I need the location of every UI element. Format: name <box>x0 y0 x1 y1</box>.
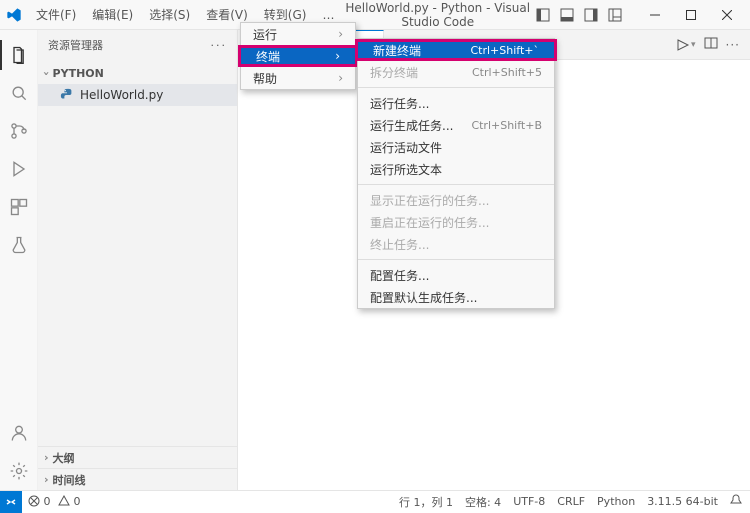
status-eol[interactable]: CRLF <box>557 495 585 508</box>
terminal-submenu: 新建终端 Ctrl+Shift+` 拆分终端 Ctrl+Shift+5 运行任务... 运… <box>357 38 555 309</box>
explorer-sidebar: 资源管理器 ··· PYTHON HelloWorld.py 大纲 时间线 <box>38 30 238 490</box>
menu-label: 显示正在运行的任务... <box>370 192 489 209</box>
menu-shortcut: Ctrl+Shift+B <box>471 119 542 132</box>
activity-scm-icon[interactable] <box>0 112 38 150</box>
folder-name: PYTHON <box>53 67 104 80</box>
layout-panel-left-icon[interactable] <box>532 4 554 26</box>
submenu-item: 拆分终端 Ctrl+Shift+5 <box>358 61 554 83</box>
menu-label: 配置任务... <box>370 267 429 284</box>
menu-shortcut: Ctrl+Shift+5 <box>472 66 542 79</box>
split-editor-icon[interactable] <box>704 36 718 53</box>
window-close[interactable] <box>710 1 744 29</box>
file-tree: PYTHON HelloWorld.py <box>38 60 237 108</box>
timeline-label: 时间线 <box>53 472 86 488</box>
outline-section[interactable]: 大纲 <box>38 446 237 468</box>
tab-actions: ▾ ··· <box>676 36 750 53</box>
activity-accounts-icon[interactable] <box>0 414 38 452</box>
activity-search-icon[interactable] <box>0 74 38 112</box>
chevron-right-icon: › <box>338 27 343 41</box>
menu-selection[interactable]: 选择(S) <box>141 0 198 30</box>
titlebar-right <box>532 1 750 29</box>
status-notifications-icon[interactable] <box>730 494 742 509</box>
titlebar: 文件(F) 编辑(E) 选择(S) 查看(V) 转到(G) … HelloWor… <box>0 0 750 30</box>
submenu-item[interactable]: 配置默认生成任务... <box>358 286 554 308</box>
chevron-down-icon <box>44 67 49 80</box>
chevron-right-icon: › <box>338 71 343 85</box>
python-file-icon <box>60 88 74 102</box>
menu-label: 终端 <box>256 48 280 65</box>
status-language[interactable]: Python <box>597 495 635 508</box>
remote-icon[interactable] <box>0 491 22 513</box>
window-maximize[interactable] <box>674 1 708 29</box>
submenu-item: 显示正在运行的任务... <box>358 189 554 211</box>
vscode-logo <box>0 7 28 23</box>
menu-file[interactable]: 文件(F) <box>28 0 84 30</box>
menu-label: 新建终端 <box>373 42 421 59</box>
submenu-item[interactable]: 运行活动文件 <box>358 136 554 158</box>
sidebar-more-icon[interactable]: ··· <box>211 39 228 52</box>
activity-settings-icon[interactable] <box>0 452 38 490</box>
menu-label: 运行任务... <box>370 95 429 112</box>
status-spaces[interactable]: 空格: 4 <box>465 494 501 510</box>
activity-testing-icon[interactable] <box>0 226 38 264</box>
submenu-item[interactable]: 运行所选文本 <box>358 158 554 180</box>
tab-more-icon[interactable]: ··· <box>726 38 740 52</box>
sidebar-title: 资源管理器 <box>48 37 103 53</box>
menu-item-terminal[interactable]: 终端 › <box>238 45 358 67</box>
menu-label: 运行所选文本 <box>370 161 442 178</box>
submenu-item[interactable]: 运行生成任务... Ctrl+Shift+B <box>358 114 554 136</box>
chevron-right-icon <box>44 473 49 486</box>
warning-count: 0 <box>74 495 81 508</box>
error-count: 0 <box>44 495 51 508</box>
layout-panel-right-icon[interactable] <box>580 4 602 26</box>
status-problems[interactable]: 0 0 <box>28 495 81 508</box>
activitybar <box>0 30 38 490</box>
menu-shortcut: Ctrl+Shift+` <box>470 44 539 57</box>
submenu-item: 重启正在运行的任务... <box>358 211 554 233</box>
submenu-item: 终止任务... <box>358 233 554 255</box>
menu-label: 终止任务... <box>370 236 429 253</box>
menu-item-help[interactable]: 帮助 › <box>241 67 355 89</box>
timeline-section[interactable]: 时间线 <box>38 468 237 490</box>
chevron-right-icon <box>44 451 49 464</box>
status-lncol[interactable]: 行 1，列 1 <box>399 494 453 510</box>
status-python[interactable]: 3.11.5 64-bit <box>647 495 718 508</box>
layout-customize-icon[interactable] <box>604 4 626 26</box>
menu-label: 配置默认生成任务... <box>370 289 477 306</box>
menu-label: 重启正在运行的任务... <box>370 214 489 231</box>
folder-header[interactable]: PYTHON <box>38 62 237 84</box>
menu-edit[interactable]: 编辑(E) <box>84 0 141 30</box>
layout-panel-bottom-icon[interactable] <box>556 4 578 26</box>
menu-label: 运行活动文件 <box>370 139 442 156</box>
activity-run-icon[interactable] <box>0 150 38 188</box>
activity-extensions-icon[interactable] <box>0 188 38 226</box>
window-minimize[interactable] <box>638 1 672 29</box>
submenu-item[interactable]: 配置任务... <box>358 264 554 286</box>
window-title: HelloWorld.py - Python - Visual Studio C… <box>343 1 532 29</box>
overflow-menu: 运行 › 终端 › 帮助 › <box>240 22 356 90</box>
submenu-item[interactable]: 新建终端 Ctrl+Shift+` <box>355 39 557 61</box>
run-file-icon[interactable]: ▾ <box>676 38 696 52</box>
menu-label: 帮助 <box>253 70 277 87</box>
file-item[interactable]: HelloWorld.py <box>38 84 237 106</box>
chevron-right-icon: › <box>335 49 340 63</box>
file-name: HelloWorld.py <box>80 88 163 102</box>
submenu-item[interactable]: 运行任务... <box>358 92 554 114</box>
menu-label: 拆分终端 <box>370 64 418 81</box>
statusbar: 0 0 行 1，列 1 空格: 4 UTF-8 CRLF Python 3.11… <box>0 490 750 512</box>
outline-label: 大纲 <box>53 450 75 466</box>
activity-explorer-icon[interactable] <box>0 36 38 74</box>
menu-item-run[interactable]: 运行 › <box>241 23 355 45</box>
sidebar-header: 资源管理器 ··· <box>38 30 237 60</box>
menu-label: 运行生成任务... <box>370 117 453 134</box>
status-encoding[interactable]: UTF-8 <box>513 495 545 508</box>
menu-label: 运行 <box>253 26 277 43</box>
